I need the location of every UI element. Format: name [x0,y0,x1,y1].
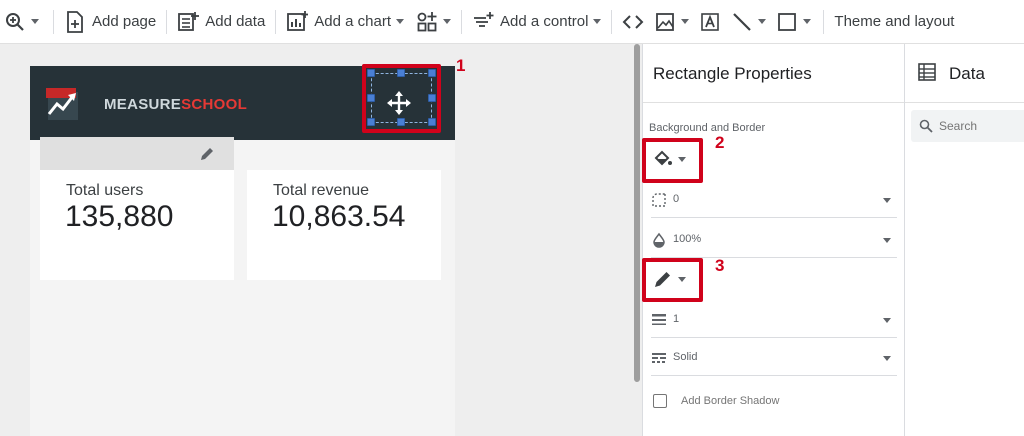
toolbar-divider [823,9,825,34]
chevron-down-icon [396,19,405,24]
callout-box-3 [642,258,703,302]
data-panel-title: Data [949,64,985,83]
chevron-down-icon [31,19,39,24]
text-box-icon [699,11,721,33]
add-data-button[interactable]: Add data [177,0,266,43]
scorecard-value: 135,880 [65,200,174,233]
embed-url-button[interactable] [622,0,644,43]
scorecard-label: Total users [66,182,144,199]
panel-title: Rectangle Properties [653,64,812,83]
border-weight-value: 1 [673,313,680,325]
logo-wordmark: MEASURESCHOOL [104,96,247,113]
toolbar-divider [275,9,277,34]
toolbar: Add page Add data Add a chart Add a cont… [0,0,1024,44]
data-search-box[interactable] [911,110,1024,142]
zoom-in-icon [4,11,26,33]
add-data-icon [177,11,200,33]
image-button[interactable] [654,0,690,43]
field-underline [651,375,897,376]
add-data-label: Add data [205,13,266,30]
chevron-down-icon [883,356,891,361]
toolbar-divider [166,9,168,34]
corner-radius-icon [652,193,666,207]
callout-number-3: 3 [715,256,725,275]
line-style-icon [652,353,666,363]
logo-text-measure: MEASURE [104,96,182,113]
theme-layout-button[interactable]: Theme and layout [834,0,955,43]
chevron-down-icon [681,19,690,24]
opacity-select[interactable]: 100% [643,224,905,258]
chevron-down-icon [758,19,767,24]
line-icon [731,11,753,33]
border-shadow-label: Add Border Shadow [681,395,780,407]
toolbar-divider [53,9,54,34]
border-radius-value: 0 [673,193,680,205]
opacity-drop-icon [653,232,665,248]
border-style-select[interactable]: Solid [643,342,905,376]
callout-number-2: 2 [715,133,725,152]
rectangle-shape-icon [776,11,798,33]
add-control-button[interactable]: Add a control [472,0,602,43]
add-page-label: Add page [92,13,157,30]
add-control-icon [472,11,494,33]
add-control-label: Add a control [500,13,589,30]
panel-divider [905,102,1024,103]
text-button[interactable] [699,0,721,43]
callout-box-2 [642,138,703,183]
toolbar-divider [611,9,613,34]
line-button[interactable] [731,0,767,43]
chevron-down-icon [593,19,602,24]
code-brackets-icon [622,11,644,33]
rectangle-properties-panel: Rectangle Properties Background and Bord… [642,44,905,436]
scorecard-total-revenue[interactable]: Total revenue 10,863.54 [247,170,441,280]
border-shadow-checkbox[interactable] [653,394,667,408]
logo-text-school: SCHOOL [181,96,248,113]
scorecard-label: Total revenue [273,182,370,199]
data-panel: Data [904,44,1024,436]
callout-box-1 [362,64,441,133]
pencil-icon[interactable] [198,145,216,163]
add-chart-label: Add a chart [314,13,392,30]
border-radius-select[interactable]: 0 [643,184,905,218]
shape-button[interactable] [776,0,812,43]
data-table-icon [918,63,936,81]
search-icon [919,119,933,133]
border-style-value: Solid [673,351,698,363]
community-viz-button[interactable] [416,0,452,43]
theme-layout-label: Theme and layout [834,13,955,30]
border-weight-select[interactable]: 1 [643,304,905,338]
data-search-input[interactable] [939,119,1019,133]
add-page-icon [64,10,86,33]
canvas-scrollbar[interactable] [634,44,640,382]
chevron-down-icon [443,19,452,24]
field-underline [651,337,897,338]
image-icon [654,11,676,33]
scorecard-value: 10,863.54 [272,200,406,233]
panel-divider [643,102,905,103]
toolbar-divider [461,9,463,34]
chevron-down-icon [883,198,891,203]
community-visualization-icon [416,11,438,33]
add-chart-icon [286,10,309,33]
field-underline [651,217,897,218]
chevron-down-icon [883,238,891,243]
callout-number-1: 1 [456,56,466,75]
zoom-menu[interactable] [4,0,39,43]
section-label: Background and Border [649,122,766,134]
line-weight-icon [652,314,666,325]
add-chart-button[interactable]: Add a chart [286,0,405,43]
chevron-down-icon [883,318,891,323]
chevron-down-icon [803,19,812,24]
measureschool-logo-icon [46,88,78,120]
scorecard-total-users[interactable]: Total users 135,880 [40,170,234,280]
add-page-button[interactable]: Add page [64,0,157,43]
opacity-value: 100% [673,233,702,245]
